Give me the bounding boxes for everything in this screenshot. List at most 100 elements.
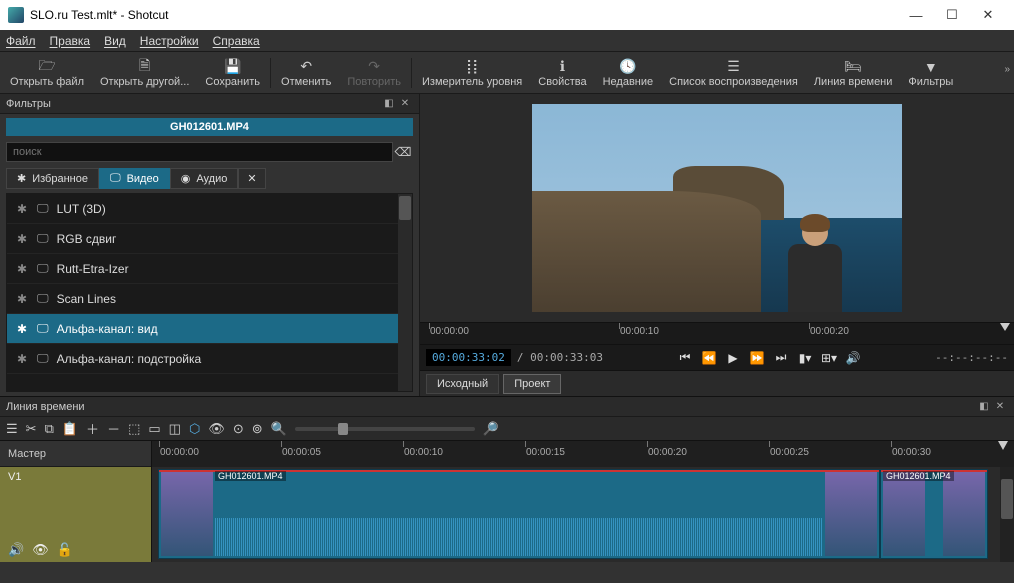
save-button[interactable]: 💾Сохранить bbox=[197, 53, 268, 93]
track-header-v1[interactable]: V1 🔊 👁 🔓 bbox=[0, 467, 151, 562]
timeline-icon: 🛏 bbox=[844, 58, 862, 76]
menu-help[interactable]: Справка bbox=[213, 34, 260, 48]
forward-button[interactable]: ⏩ bbox=[748, 351, 766, 365]
filter-item[interactable]: ✱🖵LUT (3D) bbox=[7, 194, 398, 224]
menu-file[interactable]: Файл bbox=[6, 34, 36, 48]
project-tab[interactable]: Проект bbox=[503, 374, 561, 394]
timeline-clip[interactable]: GH012601.MP4 bbox=[880, 469, 988, 559]
star-icon: ✱ bbox=[17, 322, 29, 336]
filter-item[interactable]: ✱🖵Rutt-Etra-Izer bbox=[7, 254, 398, 284]
zoom-out-button[interactable]: 🔍 bbox=[271, 421, 287, 437]
filter-search-input[interactable] bbox=[6, 142, 393, 162]
rewind-button[interactable]: ⏪ bbox=[700, 351, 718, 365]
slider-thumb[interactable] bbox=[338, 423, 348, 435]
undo-button[interactable]: ↶Отменить bbox=[273, 53, 339, 93]
menu-view[interactable]: Вид bbox=[104, 34, 126, 48]
current-timecode[interactable]: 00:00:33:02 bbox=[426, 349, 511, 366]
master-track-header[interactable]: Мастер bbox=[0, 441, 151, 467]
video-viewer[interactable] bbox=[420, 94, 1014, 322]
tab-favorites[interactable]: ✱Избранное bbox=[6, 168, 99, 189]
source-tab[interactable]: Исходный bbox=[426, 374, 499, 394]
filter-item[interactable]: ✱🖵RGB сдвиг bbox=[7, 224, 398, 254]
window-minimize-button[interactable] bbox=[898, 8, 934, 23]
open-file-button[interactable]: 🗁Открыть файл bbox=[2, 53, 92, 93]
timeline-button[interactable]: 🛏Линия времени bbox=[806, 53, 901, 93]
redo-icon: ↷ bbox=[368, 58, 380, 76]
ruler-tick: 00:00:30 bbox=[892, 447, 931, 458]
snap-button[interactable]: ⬡ bbox=[189, 421, 200, 437]
ripple-all-button[interactable]: ⊚ bbox=[252, 421, 263, 437]
panel-close-button[interactable]: ✕ bbox=[397, 98, 413, 109]
timeline-menu-button[interactable]: ☰ bbox=[6, 421, 18, 437]
filter-item[interactable]: ✱🖵Альфа-канал: подстройка bbox=[7, 344, 398, 374]
skip-end-button[interactable]: ⏭ bbox=[772, 350, 790, 365]
tab-audio[interactable]: ◉Аудио bbox=[170, 168, 239, 189]
playlist-button[interactable]: ☰Список воспроизведения bbox=[661, 53, 806, 93]
timeline-clip[interactable]: GH012601.MP4 bbox=[158, 469, 880, 559]
properties-button[interactable]: ℹСвойства bbox=[530, 53, 594, 93]
window-close-button[interactable] bbox=[970, 7, 1006, 23]
timeline-vscrollbar[interactable] bbox=[1000, 467, 1014, 562]
timeline-playhead-icon[interactable] bbox=[998, 441, 1008, 450]
ruler-tick: 00:00:15 bbox=[526, 447, 565, 458]
tab-video[interactable]: 🖵Видео bbox=[99, 168, 170, 189]
titlebar: SLO.ru Test.mlt* - Shotcut bbox=[0, 0, 1014, 30]
play-button[interactable]: ▶ bbox=[724, 351, 742, 365]
menu-edit[interactable]: Правка bbox=[50, 34, 91, 48]
filter-list-scrollbar[interactable] bbox=[398, 194, 412, 391]
toolbar-overflow-icon[interactable]: » bbox=[1004, 64, 1010, 75]
volume-button[interactable]: 🔊 bbox=[844, 351, 862, 365]
filters-panel-title: Фильтры bbox=[6, 98, 51, 110]
scrollbar-thumb[interactable] bbox=[399, 196, 411, 220]
grid-menu-button[interactable]: ⊞▾ bbox=[820, 351, 838, 365]
timeline-ruler[interactable]: 00:00:00 00:00:05 00:00:10 00:00:15 00:0… bbox=[152, 441, 1014, 467]
save-icon: 💾 bbox=[224, 58, 241, 76]
copy-button[interactable]: ⧉ bbox=[45, 421, 54, 437]
playhead-marker-icon[interactable] bbox=[1000, 323, 1010, 331]
scrub-button[interactable]: 👁 bbox=[208, 421, 225, 437]
filter-item[interactable]: ✱🖵Scan Lines bbox=[7, 284, 398, 314]
mute-icon[interactable]: 🔊 bbox=[8, 542, 24, 558]
redo-button[interactable]: ↷Повторить bbox=[339, 53, 409, 93]
ripple-button[interactable]: ⊙ bbox=[233, 421, 244, 437]
timeline-panel: Линия времени ◧ ✕ ☰ ✂ ⧉ 📋 ＋ － ⬚ ▭ ◫ ⬡ 👁 … bbox=[0, 396, 1014, 562]
append-button[interactable]: ＋ bbox=[86, 419, 99, 438]
paste-button[interactable]: 📋 bbox=[62, 421, 78, 437]
hide-icon[interactable]: 👁 bbox=[32, 542, 49, 558]
cut-button[interactable]: ✂ bbox=[26, 421, 37, 437]
filter-item[interactable]: ✱🖵Альфа-канал: вид bbox=[7, 314, 398, 344]
zoom-menu-button[interactable]: ▮▾ bbox=[796, 351, 814, 365]
open-other-button[interactable]: 🗎Открыть другой... bbox=[92, 53, 197, 93]
recent-button[interactable]: 🕓Недавние bbox=[595, 53, 662, 93]
window-maximize-button[interactable] bbox=[934, 7, 970, 23]
skip-start-button[interactable]: ⏮ bbox=[676, 350, 694, 365]
monitor-icon: 🖵 bbox=[110, 172, 121, 185]
panel-float-button[interactable]: ◧ bbox=[381, 98, 397, 109]
lock-icon[interactable]: 🔓 bbox=[57, 542, 73, 558]
player-ruler[interactable]: 00:00:00 00:00:10 00:00:20 bbox=[420, 322, 1014, 344]
scrollbar-thumb[interactable] bbox=[1001, 479, 1013, 519]
lift-button[interactable]: ⬚ bbox=[128, 421, 140, 437]
overwrite-button[interactable]: ▭ bbox=[148, 421, 160, 437]
open-file-label: Открыть файл bbox=[10, 76, 84, 88]
star-icon: ✱ bbox=[17, 352, 29, 366]
clear-search-button[interactable]: ⌫ bbox=[393, 145, 413, 159]
filters-button[interactable]: ▼Фильтры bbox=[900, 53, 961, 93]
split-button[interactable]: ◫ bbox=[169, 421, 181, 437]
list-icon: ☰ bbox=[727, 58, 740, 76]
app-logo-icon bbox=[8, 7, 24, 23]
close-filter-picker-button[interactable]: ✕ bbox=[238, 168, 265, 189]
timeline-tracks-area[interactable]: 00:00:00 00:00:05 00:00:10 00:00:15 00:0… bbox=[152, 441, 1014, 562]
close-icon: ✕ bbox=[247, 172, 256, 185]
transport-bar: 00:00:33:02 / 00:00:33:03 ⏮ ⏪ ▶ ⏩ ⏭ ▮▾ ⊞… bbox=[420, 344, 1014, 370]
filter-label: Scan Lines bbox=[57, 292, 116, 306]
filter-label: LUT (3D) bbox=[57, 202, 106, 216]
panel-close-button[interactable]: ✕ bbox=[992, 401, 1008, 412]
menu-settings[interactable]: Настройки bbox=[140, 34, 199, 48]
peak-meter-button[interactable]: ⢸⡇Измеритель уровня bbox=[414, 53, 530, 93]
zoom-in-button[interactable]: 🔎 bbox=[483, 421, 499, 437]
panel-float-button[interactable]: ◧ bbox=[976, 401, 992, 412]
remove-button[interactable]: － bbox=[107, 419, 120, 438]
folder-icon: 🗁 bbox=[38, 58, 55, 76]
zoom-slider[interactable] bbox=[295, 427, 475, 431]
